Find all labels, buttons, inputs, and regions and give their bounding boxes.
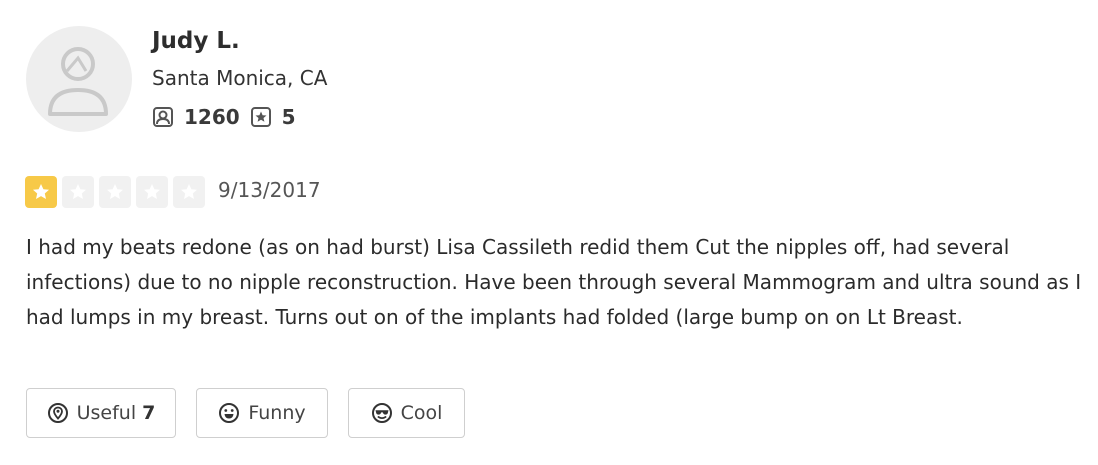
- cool-label: Cool: [400, 402, 443, 424]
- useful-button[interactable]: Useful 7: [26, 388, 176, 438]
- cool-button[interactable]: Cool: [348, 388, 465, 438]
- rating-star-icon: [25, 176, 57, 208]
- useful-icon: [47, 403, 68, 423]
- cool-sunglasses-icon: [371, 403, 392, 423]
- funny-button[interactable]: Funny: [196, 388, 328, 438]
- user-placeholder-icon: [48, 47, 108, 116]
- rating-star-icon: [136, 176, 168, 208]
- reviews-stat: 5: [250, 105, 296, 129]
- funny-face-icon: [219, 403, 240, 423]
- useful-count: 7: [142, 402, 156, 424]
- rating-star-icon: [62, 176, 94, 208]
- review-text: I had my beats redone (as on had burst) …: [26, 235, 1082, 329]
- friends-stat: 1260: [152, 105, 240, 129]
- rating-star-icon: [99, 176, 131, 208]
- star-rating: [25, 176, 210, 208]
- user-name[interactable]: Judy L.: [152, 28, 240, 54]
- rating-star-icon: [173, 176, 205, 208]
- avatar[interactable]: [26, 26, 132, 132]
- useful-label: Useful: [76, 402, 137, 424]
- reviews-count: 5: [281, 105, 296, 129]
- review-star-icon: [250, 107, 271, 127]
- user-stats: 1260 5: [152, 105, 306, 129]
- user-location: Santa Monica, CA: [152, 66, 328, 90]
- friends-icon: [153, 107, 173, 127]
- funny-label: Funny: [248, 402, 306, 424]
- friends-count: 1260: [184, 105, 240, 129]
- review-date: 9/13/2017: [218, 178, 321, 202]
